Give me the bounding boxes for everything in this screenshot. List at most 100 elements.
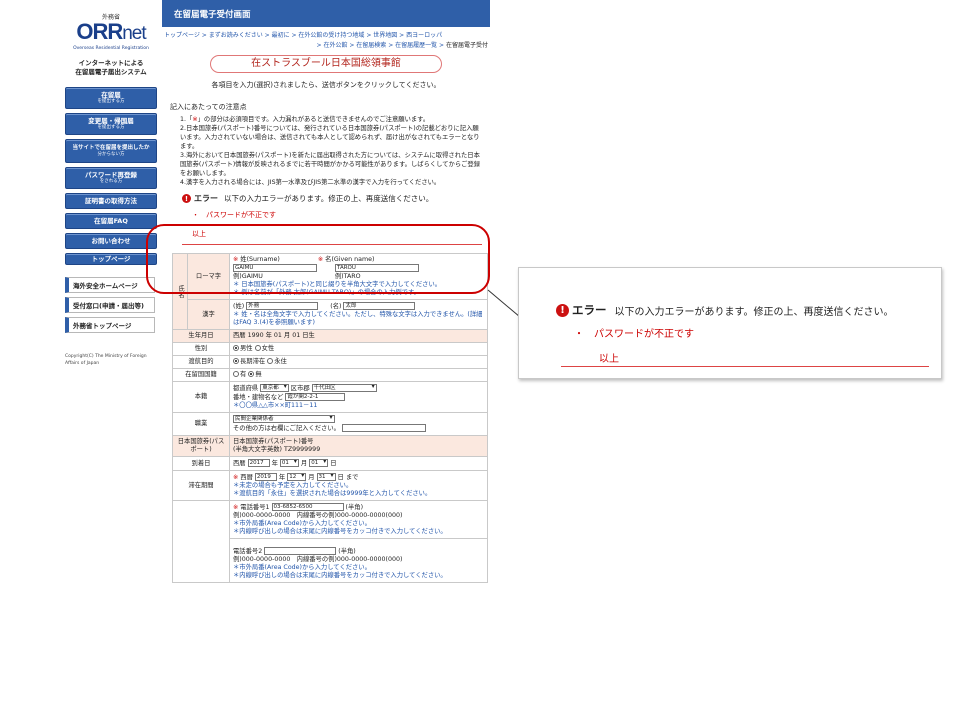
stay-label: 滞在期間: [172, 470, 230, 501]
prefecture-label: 都道府県: [233, 385, 259, 392]
nav-password-reregister-button[interactable]: パスワード再登録 をされる方: [65, 167, 157, 189]
arrival-year-input[interactable]: 2017: [247, 459, 270, 467]
passport-label: 日本国旅券(パスポート): [172, 435, 230, 457]
purpose-long-radio[interactable]: [233, 358, 239, 364]
link-overseas-safety[interactable]: 海外安全ホームページ: [65, 277, 155, 293]
note-item: 1.「※」の部分は必須項目です。入力漏れがあると送信できませんのでご注意願います…: [180, 115, 482, 124]
nav-certificate-button[interactable]: 証明書の取得方法: [65, 193, 157, 209]
zoom-error-end: 以上: [599, 354, 619, 365]
address-label: 番地・建物名など: [233, 394, 284, 401]
kanji-cell: (姓) 外務 (名) 太郎 ＊ 姓・名は全角文字で入力してください。ただし、特殊…: [229, 299, 488, 330]
nav-sublabel: を提出する方: [97, 99, 125, 104]
nav-top-page-button[interactable]: トップページ: [65, 253, 157, 265]
kanji-hint: ＊ 姓・名は全角文字で入力してください。ただし、特殊な文字は入力できません。(詳…: [233, 311, 483, 326]
tagline-line-1: インターネットによる: [78, 59, 144, 67]
breadcrumb: トップページ > まずお読みください > 最初に > 在外公館の受け持つ地域 >…: [162, 27, 490, 51]
error-message: 以下の入力エラーがあります。修正の上、再度送信ください。: [224, 194, 434, 203]
sex-cell: 男性 女性: [229, 342, 488, 356]
nav-change-return-button[interactable]: 変更届・帰国届 を提出する方: [65, 113, 157, 135]
purpose-cell: 長期滞在 永住: [229, 355, 488, 369]
sex-male-radio[interactable]: [233, 345, 239, 351]
address-hint: ＊〇〇県△△市××町111－11: [233, 402, 318, 409]
tel-hint: ＊内線呼び出しの場合は末尾に内線番号をカッコ付きで入力してください。: [233, 528, 447, 535]
kanji-sei-label: (姓): [233, 303, 245, 310]
nav-sublabel: を提出する方: [97, 125, 125, 130]
tel-hint: ＊市外局番(Area Code)から入力してください。: [233, 520, 371, 527]
breadcrumb-line-2: > 在外公館 > 在留届検索 > 在留届履歴一覧 > 在留届電子受付: [164, 41, 488, 51]
copyright: Copyright(C) The Ministry of Foreign Aff…: [65, 354, 147, 366]
sex-female-radio[interactable]: [254, 345, 261, 351]
error-item: ・ パスワードが不正です: [192, 211, 276, 219]
error-highlight-outline: [146, 224, 490, 294]
sex-label: 性別: [172, 342, 230, 356]
passport-number-label: 日本国旅券(パスポート)番号: [233, 438, 314, 445]
arrival-day-select[interactable]: 01: [309, 459, 329, 467]
stay-year-input[interactable]: 2019: [254, 473, 277, 481]
tagline-line-2: 在留届電子届出システム: [75, 68, 147, 76]
job-select[interactable]: 民間企業関係者: [233, 415, 335, 423]
error-icon: !: [556, 303, 569, 317]
job-other-input[interactable]: [341, 424, 426, 432]
zoom-error-label: エラー: [572, 303, 607, 317]
job-other-label: その他の方は右欄にご記入ください。: [233, 425, 340, 432]
nav-label: 当サイトで在留届を提出したか: [72, 145, 150, 151]
kanji-given-input[interactable]: 太郎: [343, 302, 416, 310]
notes-title: 記入にあたっての注意点: [170, 103, 247, 111]
nationality-yes-label: 有: [240, 371, 247, 378]
city-select[interactable]: 千代田区: [311, 384, 377, 392]
sex-female-label: 女性: [261, 345, 275, 352]
stay-month-select[interactable]: 12: [287, 473, 307, 481]
nationality-no-radio[interactable]: [248, 371, 255, 377]
address-input[interactable]: 霞が関2-2-1: [285, 393, 346, 401]
tel1-cell: ※ 電話番号1 03-6852-6500 (半角) 例)000-0000-000…: [229, 500, 488, 539]
note-item: 2.日本国旅券(パスポート)番号については、発行されている日本国旅券(パスポート…: [180, 125, 480, 150]
tel-halfwidth: (半角): [345, 504, 364, 511]
nav-sublabel: をされる方: [99, 179, 123, 184]
kanji-mei-label: (名): [330, 303, 342, 310]
nationality-label: 在留国国籍: [172, 368, 230, 382]
purpose-label: 渡航目的: [172, 355, 230, 369]
arrival-era: 西暦: [233, 460, 246, 467]
required-mark: ※: [233, 504, 239, 511]
passport-number-value: (半角大文字英数) TZ9999999: [233, 446, 321, 453]
notes-list: 1.「※」の部分は必須項目です。入力漏れがあると送信できませんのでご注意願います…: [162, 115, 490, 187]
nav-unsure-submitted-button[interactable]: 当サイトで在留届を提出したか 分からない方: [65, 139, 157, 163]
stay-until: 日 まで: [337, 474, 359, 481]
zoom-error-header: ! エラー 以下の入力エラーがあります。修正の上、再度送信ください。: [556, 302, 894, 318]
nationality-yes-radio[interactable]: [233, 371, 239, 377]
dob-label: 生年月日: [172, 329, 230, 343]
arrival-month-select[interactable]: 01: [279, 459, 299, 467]
link-reception-window[interactable]: 受付窓口(申請・届出等): [65, 297, 155, 313]
stay-era: 西暦: [240, 474, 253, 481]
nav-contact-button[interactable]: お問い合わせ: [65, 233, 157, 249]
tel1-input[interactable]: 03-6852-6500: [271, 503, 344, 511]
embassy-title: 在ストラスブール日本国総領事館: [210, 55, 442, 73]
nav-zairyu-todoke-button[interactable]: 在留届 を提出する方: [65, 87, 157, 109]
nav-sublabel: 分からない方: [97, 152, 125, 157]
page-title: 在留届電子受付画面: [174, 9, 251, 20]
stay-hint: ＊渡航目的「永住」を選択された場合は9999年と入力してください。: [233, 490, 432, 497]
breadcrumb-line-1[interactable]: トップページ > まずお読みください > 最初に > 在外公館の受け持つ地域 >…: [164, 31, 488, 41]
sidebar: 外務省 ORRnet Overseas Residential Registra…: [60, 0, 162, 720]
arrival-cell: 西暦 2017 年 01 月 01 日: [229, 456, 488, 471]
logo[interactable]: 外務省 ORRnet Overseas Residential Registra…: [60, 0, 162, 77]
nav-faq-button[interactable]: 在留届FAQ: [65, 213, 157, 229]
logo-wordmark: ORRnet: [60, 21, 162, 45]
tel-example: 例)000-0000-0000 内線番号の例)000-0000-0000(000…: [233, 556, 403, 563]
prefecture-select[interactable]: 東京都: [260, 384, 289, 392]
main-content: 在留届電子受付画面 トップページ > まずお読みください > 最初に > 在外公…: [162, 0, 490, 720]
breadcrumb-links[interactable]: > 在外公館 > 在留届検索 > 在留届履歴一覧 >: [317, 42, 446, 49]
registration-form: 氏名 ローマ字 ※ 姓(Surname) ※ 名(Given name) GAIM…: [172, 253, 488, 583]
link-mofa-top[interactable]: 外務省トップページ: [65, 317, 155, 333]
honseki-label: 本籍: [172, 381, 230, 413]
nav-label: 証明書の取得方法: [85, 197, 137, 205]
arrival-label: 到着日: [172, 456, 230, 471]
purpose-perm-radio[interactable]: [267, 358, 274, 364]
kanji-surname-input[interactable]: 外務: [246, 302, 319, 310]
tel2-input[interactable]: [264, 547, 337, 555]
dob-value: 西暦 1990 年 01 月 01 日生: [229, 329, 488, 343]
nationality-cell: 有 無: [229, 368, 488, 382]
stay-day-select[interactable]: 31: [316, 473, 336, 481]
job-cell: 民間企業関係者 その他の方は右欄にご記入ください。: [229, 412, 488, 436]
tel-hint: ＊内線呼び出しの場合は末尾に内線番号をカッコ付きで入力してください。: [233, 572, 447, 579]
